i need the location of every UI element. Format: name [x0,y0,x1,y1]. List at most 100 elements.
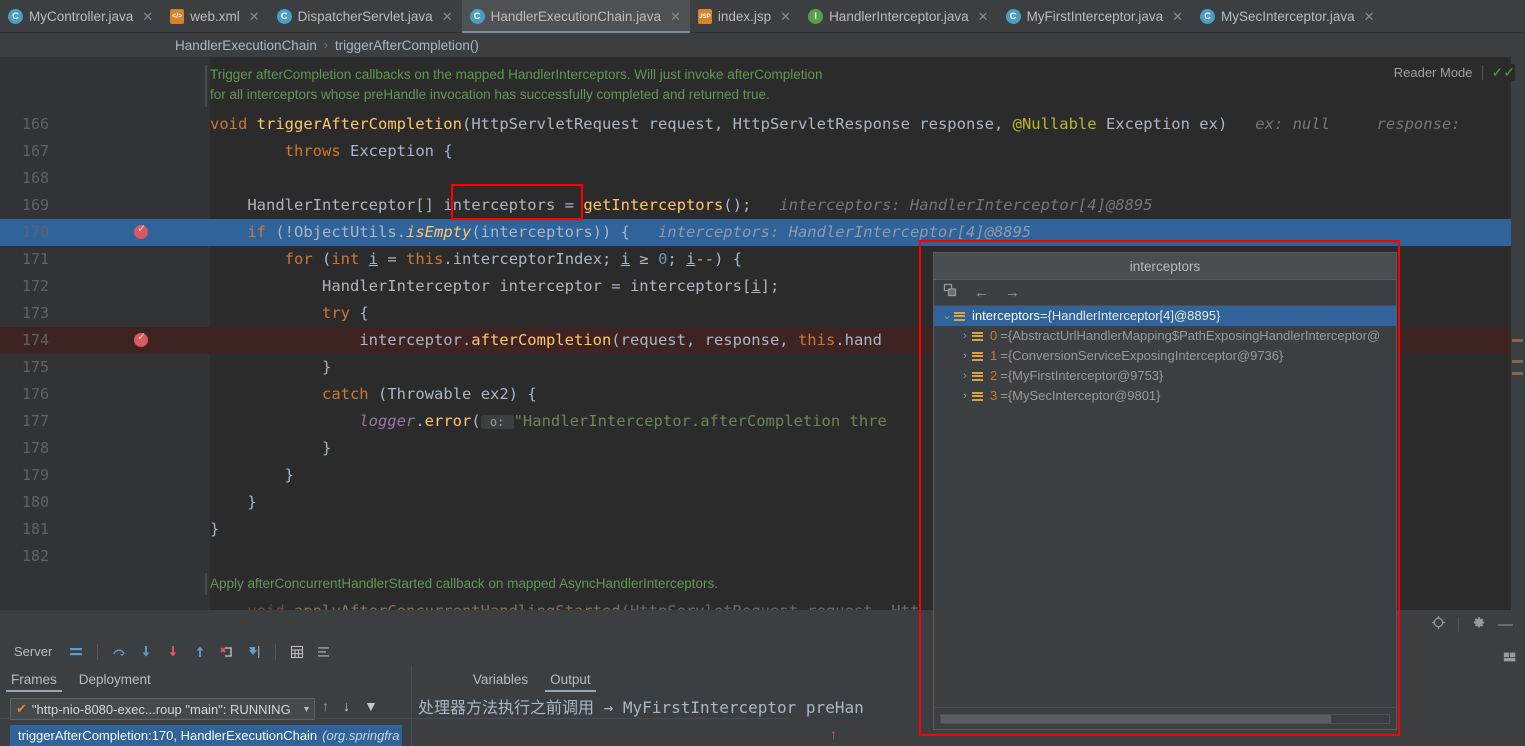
run-to-cursor-icon[interactable] [245,643,263,661]
tree-node-index-3[interactable]: › 3 = {MySecInterceptor@9801} [934,386,1396,406]
variable-inspector-popup[interactable]: interceptors ← → ⌄ interceptors = {Handl… [933,252,1397,730]
console-settings-icon[interactable] [1503,650,1517,667]
tree-node-index-2[interactable]: › 2 = {MyFirstInterceptor@9753} [934,366,1396,386]
popup-toolbar: ← → [934,280,1396,306]
breadcrumb: HandlerExecutionChain › triggerAfterComp… [0,33,1525,57]
code-line-167: throws Exception { [284,142,453,160]
chevron-right-icon[interactable]: › [958,326,972,346]
editor-tab-mycontroller[interactable]: C MyController.java ✕ [0,0,162,33]
thread-selector-label: "http-nio-8080-exec...roup "main": RUNNI… [31,701,291,717]
xml-file-icon: </> [170,9,185,24]
tree-node-eq: = [1039,308,1048,323]
tree-node-name: 1 [990,348,998,363]
editor-tab-indexjsp[interactable]: JSP index.jsp ✕ [690,0,800,33]
editor-marker-strip[interactable] [1511,57,1525,610]
tab-deployment[interactable]: Deployment [68,672,162,692]
filter-icon[interactable]: ▼ [364,698,378,714]
tab-label: DispatcherServlet.java [297,9,433,24]
tree-node-eq: = [1000,368,1008,383]
tree-node-name: 0 [990,328,998,343]
minimize-icon[interactable]: — [1498,616,1513,633]
editor-tab-dispatcherservlet[interactable]: C DispatcherServlet.java ✕ [269,0,462,33]
scroll-up-indicator-icon[interactable]: ↑ [830,726,837,742]
editor-tab-webxml[interactable]: </> web.xml ✕ [162,0,268,33]
code-marker[interactable] [1512,372,1523,375]
scrollbar-track[interactable] [940,713,1390,724]
reader-mode-toggle[interactable]: Reader Mode ✓✓ [1385,64,1515,81]
editor-tab-handlerexecutionchain[interactable]: C HandlerExecutionChain.java ✕ [461,0,691,33]
breadcrumb-method[interactable]: triggerAfterCompletion() [335,38,479,53]
close-icon[interactable]: ✕ [249,9,260,25]
popup-variable-tree[interactable]: ⌄ interceptors = {HandlerInterceptor[4]@… [934,306,1396,707]
thread-selector-dropdown[interactable]: ✔ "http-nio-8080-exec...roup "main": RUN… [10,698,315,720]
divider [0,718,790,719]
scrollbar-thumb[interactable] [941,714,1331,723]
panel-splitter[interactable] [411,666,412,746]
forward-arrow-icon[interactable]: → [1005,284,1020,301]
jsp-file-icon: JSP [697,9,712,24]
close-icon[interactable]: ✕ [978,9,989,25]
reader-mode-check-icon[interactable]: ✓✓ [1492,64,1515,81]
back-arrow-icon[interactable]: ← [974,284,989,301]
menu-icon[interactable] [67,643,85,661]
close-icon[interactable]: ✕ [1172,9,1183,25]
tab-label: MySecInterceptor.java [1221,9,1355,24]
tab-frames[interactable]: Frames [0,672,68,692]
step-into-icon[interactable] [137,643,155,661]
tab-variables[interactable]: Variables [462,672,539,692]
tree-node-interceptors[interactable]: ⌄ interceptors = {HandlerInterceptor[4]@… [934,306,1396,326]
chevron-down-icon[interactable]: ▾ [304,704,309,715]
doc-comment-bar [205,65,207,107]
close-icon[interactable]: ✕ [1364,9,1375,25]
target-icon[interactable] [1431,615,1446,634]
stack-frame-item[interactable]: triggerAfterCompletion:170, HandlerExecu… [10,725,402,746]
stack-frame-package: (org.springfra [322,728,400,743]
chevron-right-icon[interactable]: › [958,386,972,406]
tab-label: HandlerInterceptor.java [829,9,969,24]
chevron-right-icon: › [323,38,328,52]
chevron-right-icon[interactable]: › [958,366,972,386]
close-icon[interactable]: ✕ [142,9,153,25]
tree-node-value: {HandlerInterceptor[4]@8895} [1047,308,1221,323]
reader-mode-label: Reader Mode [1393,65,1473,80]
popup-horizontal-scrollbar[interactable] [934,707,1396,729]
java-interface-icon: I [808,9,824,24]
force-step-into-icon[interactable] [164,643,182,661]
code-marker[interactable] [1512,339,1523,342]
evaluate-expression-icon[interactable] [288,643,306,661]
divider [1481,65,1483,80]
close-icon[interactable]: ✕ [670,9,681,25]
tab-label: MyController.java [29,9,134,24]
frame-down-icon[interactable]: ↓ [343,698,350,714]
chevron-down-icon[interactable]: ⌄ [940,306,954,326]
editor-tab-myfirstinterceptor[interactable]: C MyFirstInterceptor.java ✕ [998,0,1192,33]
drop-frame-icon[interactable] [218,643,236,661]
stack-frame-label: triggerAfterCompletion:170, HandlerExecu… [18,728,318,743]
editor-tab-mysecinterceptor[interactable]: C MySecInterceptor.java ✕ [1192,0,1383,33]
array-element-icon [972,330,985,343]
code-marker[interactable] [1512,360,1523,363]
settings-list-icon[interactable] [315,643,333,661]
close-icon[interactable]: ✕ [780,9,791,25]
chevron-right-icon[interactable]: › [958,346,972,366]
step-over-icon[interactable] [110,643,128,661]
breadcrumb-class[interactable]: HandlerExecutionChain [175,38,317,53]
tree-node-value: {AbstractUrlHandlerMapping$PathExposingH… [1007,328,1381,343]
close-icon[interactable]: ✕ [442,9,453,25]
tree-node-eq: = [1000,388,1008,403]
tab-label: HandlerExecutionChain.java [490,9,661,24]
editor-tab-handlerinterceptor[interactable]: I HandlerInterceptor.java ✕ [800,0,998,33]
frame-up-icon[interactable]: ↑ [322,698,329,714]
step-out-icon[interactable] [191,643,209,661]
toolwindow-title: Server [14,644,53,659]
tree-node-value: {ConversionServiceExposingInterceptor@97… [1007,348,1284,363]
divider [275,643,277,660]
array-icon [954,310,967,323]
gear-icon[interactable] [1471,615,1486,634]
tree-node-index-0[interactable]: › 0 = {AbstractUrlHandlerMapping$PathExp… [934,326,1396,346]
copy-value-icon[interactable] [943,283,958,302]
tab-output[interactable]: Output [539,672,602,692]
tree-node-index-1[interactable]: › 1 = {ConversionServiceExposingIntercep… [934,346,1396,366]
tree-node-eq: = [1000,348,1008,363]
